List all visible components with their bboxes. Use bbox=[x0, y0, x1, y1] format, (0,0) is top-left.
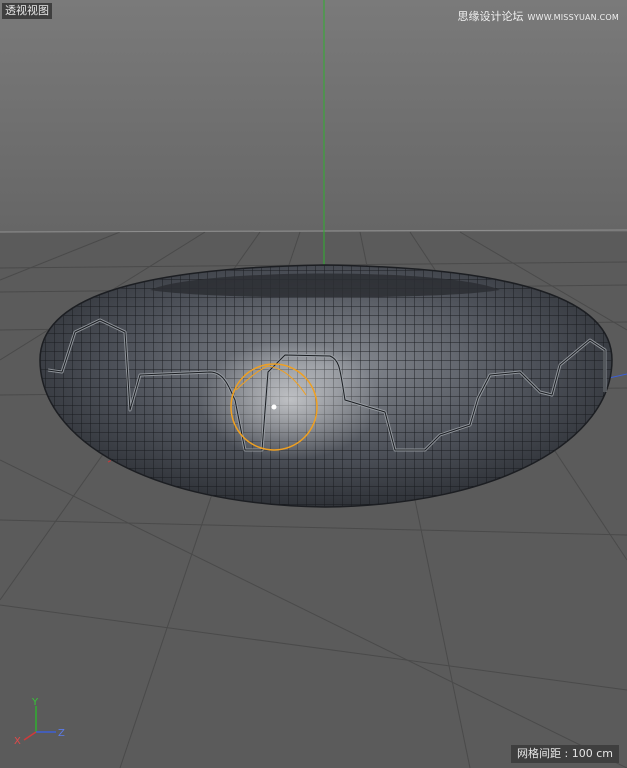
axis-z-label: Z bbox=[58, 728, 65, 739]
viewport-label[interactable]: 透视视图 bbox=[2, 3, 52, 19]
watermark: 思缘设计论坛 WWW.MISSYUAN.COM bbox=[457, 8, 619, 24]
grid-spacing-readout: 网格间距 : 100 cm bbox=[511, 745, 619, 763]
perspective-viewport[interactable]: Y Z X 透视视图 思缘设计论坛 WWW.MISSYUAN.COM 网格间距 :… bbox=[0, 0, 627, 768]
watermark-brand: 思缘设计论坛 bbox=[457, 10, 524, 23]
axis-y-label: Y bbox=[31, 697, 39, 708]
axis-x-label: X bbox=[14, 736, 21, 747]
watermark-site: WWW.MISSYUAN.COM bbox=[527, 13, 619, 22]
viewport-scene[interactable]: Y Z X bbox=[0, 0, 627, 768]
pivot-point[interactable] bbox=[271, 404, 277, 410]
sky-background bbox=[0, 0, 627, 232]
